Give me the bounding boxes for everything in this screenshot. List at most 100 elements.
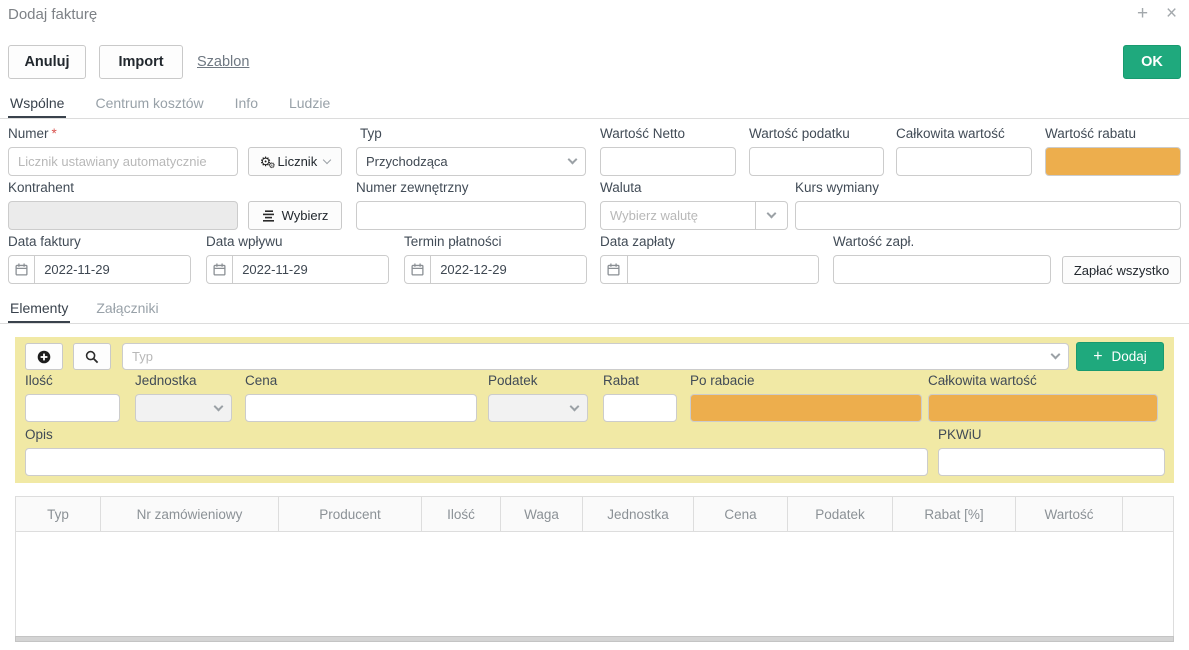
tab-wspolne[interactable]: Wspólne bbox=[8, 95, 66, 118]
choose-contractor-button[interactable]: Wybierz bbox=[248, 201, 342, 230]
add-element-button[interactable] bbox=[25, 343, 63, 370]
currency-select[interactable]: Wybierz walutę bbox=[600, 201, 788, 230]
receipt-date-input[interactable] bbox=[233, 256, 388, 283]
required-asterisk: * bbox=[52, 126, 57, 141]
invoice-number-input[interactable] bbox=[8, 147, 238, 176]
col-cena[interactable]: Cena bbox=[694, 497, 788, 532]
quantity-input[interactable] bbox=[25, 394, 120, 422]
tab-elementy[interactable]: Elementy bbox=[8, 300, 70, 323]
col-jednostka[interactable]: Jednostka bbox=[583, 497, 694, 532]
chevron-down-icon bbox=[570, 401, 580, 411]
element-entry-panel: Typ + Dodaj Ilość Jednostka Cena Podatek… bbox=[15, 337, 1174, 483]
add-item-button[interactable]: + Dodaj bbox=[1076, 342, 1164, 371]
col-wartosc[interactable]: Wartość bbox=[1016, 497, 1123, 532]
pay-all-button[interactable]: Zapłać wszystko bbox=[1062, 256, 1181, 284]
description-input[interactable] bbox=[25, 448, 928, 476]
wartosc-netto-label: Wartość Netto bbox=[600, 126, 685, 141]
contractor-input bbox=[8, 201, 238, 230]
tab-info[interactable]: Info bbox=[233, 95, 260, 118]
total-value-input[interactable] bbox=[896, 147, 1032, 176]
plus-circle-icon bbox=[37, 350, 51, 364]
rabat-label: Rabat bbox=[603, 373, 639, 388]
invoice-date-field[interactable] bbox=[8, 255, 191, 284]
unit-select[interactable] bbox=[135, 394, 232, 422]
opis-label: Opis bbox=[25, 427, 53, 442]
tab-zalaczniki[interactable]: Załączniki bbox=[94, 300, 160, 323]
element-type-combobox[interactable]: Typ bbox=[122, 343, 1069, 370]
invoice-date-input[interactable] bbox=[35, 256, 190, 283]
tax-select[interactable] bbox=[488, 394, 588, 422]
invoice-type-select[interactable]: Przychodząca bbox=[356, 147, 586, 176]
col-nr-zamowieniowy[interactable]: Nr zamówieniowy bbox=[101, 497, 279, 532]
chevron-down-icon bbox=[323, 155, 331, 163]
calendar-icon[interactable] bbox=[405, 256, 431, 283]
external-number-input[interactable] bbox=[356, 201, 586, 230]
discount-input[interactable] bbox=[603, 394, 677, 422]
staggered-bars-icon bbox=[262, 210, 276, 222]
plus-icon: + bbox=[1093, 348, 1102, 366]
search-icon bbox=[85, 350, 99, 364]
receipt-date-field[interactable] bbox=[206, 255, 389, 284]
calkowita-wartosc-label: Całkowita wartość bbox=[896, 126, 1005, 141]
table-empty-body bbox=[15, 532, 1174, 636]
typ-label: Typ bbox=[360, 126, 382, 141]
licznik-button[interactable]: ⚙⚙ Licznik bbox=[248, 147, 342, 176]
waluta-label: Waluta bbox=[600, 180, 642, 195]
window-close-icon[interactable]: × bbox=[1166, 4, 1177, 23]
payment-due-date-field[interactable] bbox=[404, 255, 587, 284]
ok-button[interactable]: OK bbox=[1123, 45, 1181, 79]
chevron-down-icon bbox=[568, 155, 578, 165]
col-actions bbox=[1123, 497, 1174, 532]
search-element-button[interactable] bbox=[73, 343, 111, 370]
col-rabat[interactable]: Rabat [%] bbox=[893, 497, 1016, 532]
horizontal-scrollbar[interactable] bbox=[15, 636, 1174, 642]
import-button[interactable]: Import bbox=[99, 45, 183, 79]
tab-centrum-kosztow[interactable]: Centrum kosztów bbox=[93, 95, 205, 118]
exchange-rate-input[interactable] bbox=[795, 201, 1181, 230]
col-waga[interactable]: Waga bbox=[501, 497, 583, 532]
window-add-icon[interactable]: + bbox=[1137, 4, 1148, 23]
cena-label: Cena bbox=[245, 373, 277, 388]
price-input[interactable] bbox=[245, 394, 477, 422]
calendar-icon[interactable] bbox=[207, 256, 233, 283]
paid-value-input[interactable] bbox=[833, 255, 1051, 284]
currency-dropdown-toggle[interactable] bbox=[755, 202, 787, 229]
payment-due-date-input[interactable] bbox=[431, 256, 586, 283]
po-rabacie-label: Po rabacie bbox=[690, 373, 755, 388]
col-podatek[interactable]: Podatek bbox=[788, 497, 893, 532]
payment-date-input[interactable] bbox=[628, 256, 818, 283]
add-invoice-dialog: Dodaj fakturę + × Anuluj Import Szablon … bbox=[0, 0, 1189, 650]
col-ilosc[interactable]: Ilość bbox=[422, 497, 501, 532]
tab-ludzie[interactable]: Ludzie bbox=[287, 95, 332, 118]
main-tabs: Wspólne Centrum kosztów Info Ludzie bbox=[0, 95, 1189, 119]
chevron-down-icon bbox=[767, 209, 777, 219]
chevron-down-icon bbox=[1051, 350, 1061, 360]
items-table: Typ Nr zamówieniowy Producent Ilość Waga… bbox=[15, 496, 1174, 642]
wartosc-podatku-label: Wartość podatku bbox=[749, 126, 850, 141]
numer-label: Numer* bbox=[8, 126, 57, 141]
data-faktury-label: Data faktury bbox=[8, 234, 81, 249]
discount-value-input[interactable] bbox=[1045, 147, 1181, 176]
termin-platnosci-label: Termin płatności bbox=[404, 234, 502, 249]
gears-icon: ⚙⚙ bbox=[260, 155, 272, 168]
wartosc-zapl-label: Wartość zapł. bbox=[833, 234, 914, 249]
data-zaplaty-label: Data zapłaty bbox=[600, 234, 675, 249]
col-producent[interactable]: Producent bbox=[279, 497, 422, 532]
net-value-input[interactable] bbox=[600, 147, 736, 176]
tax-value-input[interactable] bbox=[749, 147, 884, 176]
cancel-button[interactable]: Anuluj bbox=[8, 45, 86, 79]
after-discount-input[interactable] bbox=[690, 394, 922, 422]
calendar-icon[interactable] bbox=[601, 256, 628, 283]
calendar-icon[interactable] bbox=[9, 256, 35, 283]
template-link[interactable]: Szablon bbox=[197, 54, 249, 70]
item-total-input[interactable] bbox=[928, 394, 1158, 422]
col-typ[interactable]: Typ bbox=[16, 497, 101, 532]
payment-date-field[interactable] bbox=[600, 255, 819, 284]
kontrahent-label: Kontrahent bbox=[8, 180, 74, 195]
pkwiu-label: PKWiU bbox=[938, 427, 982, 442]
numer-zewnetrzny-label: Numer zewnętrzny bbox=[356, 180, 469, 195]
ilosc-label: Ilość bbox=[25, 373, 53, 388]
kurs-wymiany-label: Kurs wymiany bbox=[795, 180, 879, 195]
pkwiu-input[interactable] bbox=[938, 448, 1165, 476]
table-header-row: Typ Nr zamówieniowy Producent Ilość Waga… bbox=[16, 497, 1174, 532]
